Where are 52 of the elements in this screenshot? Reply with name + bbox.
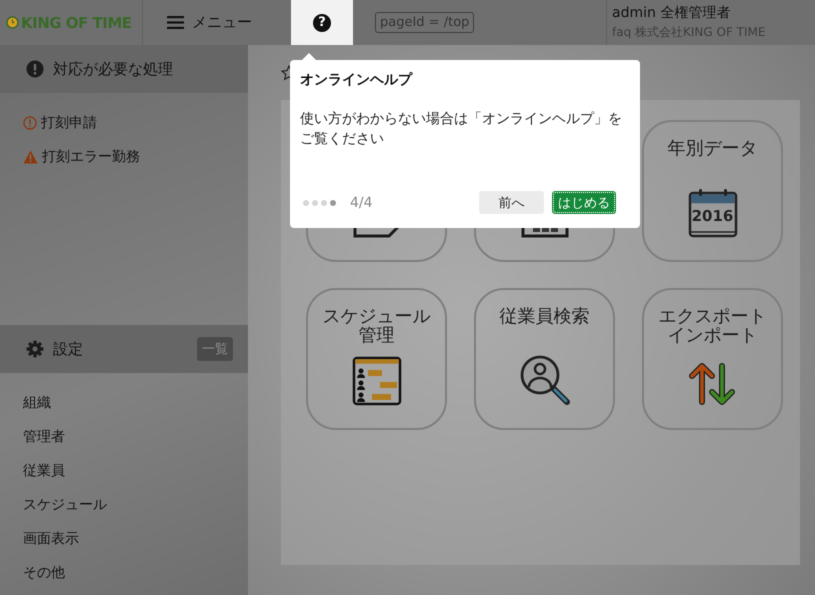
page-id-label: pageId = /top xyxy=(375,12,474,33)
sidebar-item[interactable]: 従業員 xyxy=(0,454,248,488)
item-label: 管理者 xyxy=(23,428,65,446)
item-label: スケジュール xyxy=(23,496,107,514)
section-title: 対応が必要な処理 xyxy=(53,60,173,78)
document-icon xyxy=(352,226,402,238)
schedule-icon xyxy=(352,356,402,406)
star-icon xyxy=(281,65,290,81)
tile-label: 管理 xyxy=(358,326,394,346)
start-button[interactable]: はじめる xyxy=(552,191,616,214)
user-name: admin 全権管理者 xyxy=(612,4,732,22)
menu-button[interactable]: メニュー xyxy=(167,0,291,45)
menu-icon xyxy=(167,16,184,29)
person-search-icon xyxy=(518,354,570,406)
sidebar-item[interactable]: 画面表示 xyxy=(0,522,248,556)
step-counter: 4/4 xyxy=(350,194,373,210)
menu-tile[interactable]: スケジュール 管理 xyxy=(306,288,447,430)
tile-label: エクスポート xyxy=(658,308,766,327)
item-label: 打刻申請 xyxy=(41,114,97,132)
item-label: 画面表示 xyxy=(23,530,79,548)
help-button[interactable]: ? xyxy=(313,14,331,32)
popover-title: オンラインヘルプ xyxy=(300,71,414,89)
logo: KING OF TIME xyxy=(21,14,132,32)
list-button[interactable]: 一覧 xyxy=(197,337,233,361)
popover-text: 使い方がわからない場合は「オンラインヘルプ」をご覧ください xyxy=(300,110,623,149)
item-label: 従業員 xyxy=(23,462,65,480)
back-button[interactable]: 前へ xyxy=(479,191,544,214)
menu-tile[interactable]: エクスポート インポート xyxy=(642,288,783,430)
clock-icon xyxy=(6,16,19,29)
alert-icon xyxy=(26,60,44,78)
calendar-icon xyxy=(688,188,738,238)
tile-label: スケジュール xyxy=(322,308,430,327)
sidebar-item[interactable]: その他 xyxy=(0,556,248,590)
item-label: 打刻エラー勤務 xyxy=(42,148,140,166)
menu-tile[interactable]: 従業員検索 xyxy=(474,288,615,430)
up-down-arrows-icon xyxy=(688,362,738,406)
item-label: 組織 xyxy=(23,394,51,412)
notice-icon xyxy=(23,116,37,130)
sidebar-item[interactable]: スケジュール xyxy=(0,488,248,522)
sidebar-item[interactable]: 打刻申請 xyxy=(0,106,248,140)
sidebar-item[interactable]: 打刻エラー勤務 xyxy=(0,140,248,174)
warning-icon xyxy=(23,150,38,164)
sidebar-item[interactable]: 管理者 xyxy=(0,420,248,454)
gear-icon xyxy=(26,340,44,358)
tile-label: 従業員検索 xyxy=(500,308,590,327)
tile-label: 年別データ xyxy=(668,140,758,159)
tile-label: インポート xyxy=(668,326,758,346)
item-label: その他 xyxy=(23,564,65,582)
section-title: 設定 xyxy=(53,340,83,358)
menu-tile[interactable]: 年別データ 2016 xyxy=(642,120,783,262)
icon-year-text: 2016 xyxy=(690,207,734,225)
sidebar-item[interactable]: 組織 xyxy=(0,386,248,420)
